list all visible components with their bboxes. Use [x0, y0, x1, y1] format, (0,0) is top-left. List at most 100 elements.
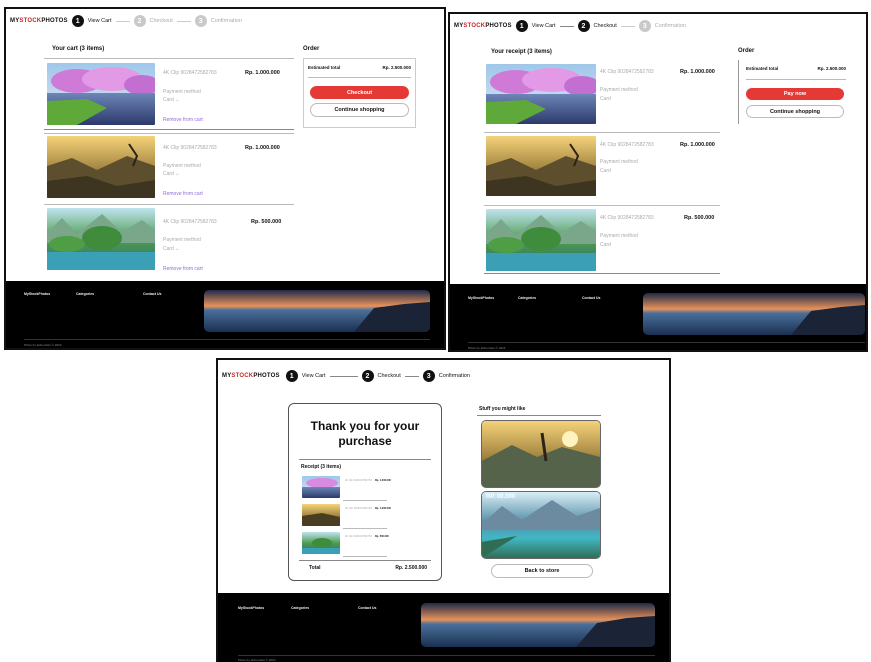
- step-connector: [176, 20, 191, 22]
- total-label: Total: [309, 565, 321, 571]
- step-connector: [329, 375, 358, 377]
- pay-now-button[interactable]: Pay now: [746, 88, 844, 100]
- back-to-store-button[interactable]: Back to store: [491, 564, 593, 578]
- payment-method-select[interactable]: Card ⌄: [163, 246, 179, 253]
- suggestions-title: Stuff you might like: [479, 406, 526, 412]
- payment-method-label: Payment method: [600, 159, 638, 165]
- footer-col-categories: Categories: [76, 292, 95, 296]
- step-confirmation[interactable]: 3 Confirmation: [422, 370, 470, 382]
- step-checkout[interactable]: 2 Checkout: [577, 20, 617, 32]
- brand-logo[interactable]: MYSTOCKPHOTOS: [222, 373, 280, 379]
- item-thumbnail[interactable]: [47, 63, 155, 125]
- divider: [343, 528, 387, 529]
- estimated-total-value: Rp. 2.500.000: [817, 66, 846, 71]
- receipt-item: 4K Clip 9028472582783 Rp. 1.000.000 Paym…: [484, 134, 720, 206]
- footer-col-brand: MyStockPhotos: [24, 292, 51, 296]
- header: MYSTOCKPHOTOS 1 View Cart 2 Checkout 3 Conf…: [10, 15, 242, 27]
- order-summary: Estimated total Rp. 2.500.000 Checkout C…: [303, 58, 416, 128]
- remove-from-cart-link[interactable]: Remove from cart: [163, 191, 203, 197]
- payment-method-select[interactable]: Card ⌄: [163, 97, 179, 104]
- footer-banner-image: [421, 603, 655, 647]
- receipt-item: 4K Clip 9028472582783 Rp. 1.000.000 Paym…: [484, 60, 720, 132]
- footer-divider: [468, 342, 865, 343]
- cart-item: 4K Clip 9028472582783 Rp. 1.000.000 Paym…: [44, 59, 294, 131]
- receipt-thumbnail: [302, 504, 340, 526]
- footer-divider: [24, 339, 430, 340]
- item-code: 4K Clip 9028472582783: [600, 142, 654, 148]
- cart-title: Your cart (3 items): [52, 46, 105, 52]
- item-price: Rp. 1.000.000: [245, 70, 280, 76]
- item-code: 4K Clip 9028472582783: [163, 219, 217, 225]
- divider: [477, 415, 601, 416]
- footer-banner-image: [643, 293, 865, 335]
- brand-logo[interactable]: MYSTOCKPHOTOS: [10, 18, 68, 24]
- divider: [299, 560, 431, 561]
- receipt-thumbnail: [302, 476, 340, 498]
- copyright: Photo by alchemists © 2023: [24, 343, 62, 347]
- footer-col-contact: Contact Us: [358, 606, 377, 610]
- cart-item: 4K Clip 9028472582783 Rp. 500.000 Paymen…: [44, 206, 294, 278]
- brand-logo[interactable]: MYSTOCKPHOTOS: [454, 23, 512, 29]
- receipt-title: Receipt (3 items): [301, 464, 342, 470]
- step-view-cart[interactable]: 1 View Cart: [71, 15, 112, 27]
- estimated-total-value: Rp. 2.500.000: [382, 65, 411, 70]
- suggested-image[interactable]: [481, 491, 601, 559]
- divider: [44, 204, 294, 205]
- footer: MyStockPhotos Categories Contact Us Phot…: [218, 593, 669, 662]
- footer-col-brand: MyStockPhotos: [468, 296, 495, 300]
- item-thumbnail[interactable]: [47, 136, 155, 198]
- item-code: 4K Clip 9028472582783: [163, 70, 217, 76]
- step-confirmation[interactable]: 3 Confirmation: [638, 20, 686, 32]
- suggested-image[interactable]: [481, 420, 601, 488]
- divider: [746, 79, 846, 80]
- receipt-thumbnail: [302, 532, 340, 554]
- order-summary: Estimated total Rp. 2.500.000 Pay now Co…: [738, 60, 850, 124]
- footer: MyStockPhotos Categories Contact Us Phot…: [6, 281, 444, 348]
- footer-col-categories: Categories: [291, 606, 310, 610]
- item-code: 4K Clip 9028472582783: [600, 215, 654, 221]
- step-checkout[interactable]: 2 Checkout: [361, 370, 401, 382]
- receipt-title: Your receipt (3 items): [491, 49, 552, 55]
- payment-method-select[interactable]: Card ⌄: [163, 171, 179, 178]
- continue-shopping-button[interactable]: Continue shopping: [746, 105, 844, 118]
- step-connector: [620, 25, 635, 27]
- item-thumbnail: [486, 64, 596, 124]
- step-confirmation[interactable]: 3 Confirmation: [194, 15, 242, 27]
- payment-method-label: Payment method: [600, 233, 638, 239]
- item-thumbnail[interactable]: [47, 208, 155, 270]
- divider: [484, 205, 720, 206]
- payment-method-value: Card: [600, 168, 611, 174]
- copyright: Photo by alchemists © 2023: [468, 346, 506, 350]
- item-price: Rp. 500.000: [251, 219, 282, 225]
- suggested-price: RP. 00.000: [486, 494, 516, 500]
- item-price: Rp. 1.000.000: [680, 142, 715, 148]
- footer-col-contact: Contact Us: [582, 296, 601, 300]
- header: MYSTOCKPHOTOS 1 View Cart 2 Checkout 3 Conf…: [454, 20, 686, 32]
- payment-method-value: Card: [600, 96, 611, 102]
- checkout-button[interactable]: Checkout: [310, 86, 409, 99]
- payment-method-value: Card: [600, 242, 611, 248]
- step-view-cart[interactable]: 1 View Cart: [515, 20, 556, 32]
- footer-divider: [238, 655, 655, 656]
- divider: [44, 129, 294, 130]
- step-connector: [559, 25, 574, 27]
- divider: [343, 500, 387, 501]
- remove-from-cart-link[interactable]: Remove from cart: [163, 266, 203, 272]
- remove-from-cart-link[interactable]: Remove from cart: [163, 117, 203, 123]
- header: MYSTOCKPHOTOS 1 View Cart 2 Checkout 3 Conf…: [222, 370, 470, 382]
- step-checkout[interactable]: 2 Checkout: [133, 15, 173, 27]
- step-view-cart[interactable]: 1 View Cart: [285, 370, 326, 382]
- payment-method-label: Payment method: [163, 163, 201, 169]
- item-price: Rp. 1.000.000: [680, 69, 715, 75]
- step-connector: [115, 20, 130, 22]
- continue-shopping-button[interactable]: Continue shopping: [310, 103, 409, 117]
- receipt-item-code: 4K Clip 9028472582783: [345, 535, 372, 538]
- footer: MyStockPhotos Categories Contact Us Phot…: [450, 284, 866, 350]
- divider: [343, 556, 387, 557]
- step-connector: [404, 375, 419, 377]
- footer-col-contact: Contact Us: [143, 292, 162, 296]
- item-thumbnail: [486, 209, 596, 271]
- item-thumbnail: [486, 136, 596, 196]
- copyright: Photo by alchemists © 2023: [238, 658, 276, 662]
- receipt-item-price: Rp. 1.000.000: [375, 507, 391, 510]
